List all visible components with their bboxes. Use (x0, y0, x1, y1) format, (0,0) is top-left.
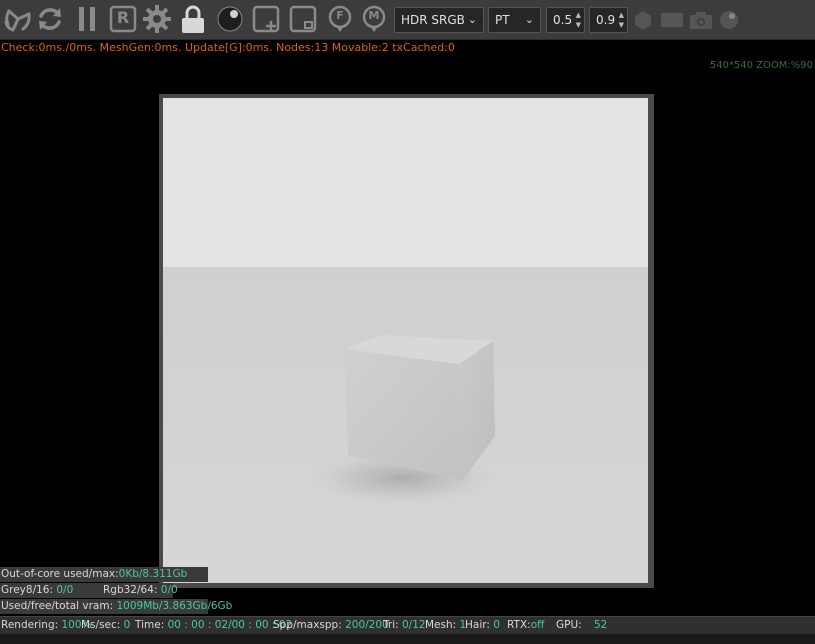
gpu-status: GPU: (556, 617, 582, 634)
hair-value: 0 (493, 619, 500, 631)
spp-status: Spp/maxspp: 200/200 (273, 617, 389, 634)
settings-gear-icon[interactable] (142, 4, 172, 34)
r-icon[interactable]: R (108, 4, 138, 34)
pause-icon[interactable] (72, 4, 102, 34)
spinner-arrows-icon[interactable]: ▲ ▼ (576, 10, 581, 30)
render-viewport[interactable] (163, 98, 648, 583)
resolution-zoom-label: 540*540 ZOOM:%90 (709, 60, 813, 71)
gpu-value: 52 (594, 619, 608, 631)
rendered-scene (163, 98, 648, 583)
hair-status: Hair: 0 (465, 617, 500, 634)
kernel-value: PT (495, 13, 510, 27)
timing-stats: Check:0ms./0ms. MeshGen:0ms. Update[G]:0… (1, 41, 455, 54)
value2-text: 0.9 (596, 13, 616, 27)
camera-icon[interactable] (688, 5, 714, 35)
grey-label: Grey8/16: (1, 584, 54, 596)
rgb-group: Rgb32/64: 0/0 (103, 583, 178, 598)
rendering-label: Rendering: (1, 619, 59, 631)
hexagon-icon[interactable] (631, 5, 655, 35)
status-bar: Rendering: 100% Ms/sec: 0 Time: 00 : 00 … (0, 616, 815, 634)
value2-spinner[interactable]: 0.9 ▲ ▼ (589, 7, 628, 33)
mesh-label: Mesh: (425, 619, 457, 631)
hair-label: Hair: (465, 619, 490, 631)
ms-label: Ms/sec: (81, 619, 121, 631)
chevron-down-icon: ⌄ (524, 13, 534, 26)
spp-label: Spp/maxspp: (273, 619, 342, 631)
rgb-label: Rgb32/64: (103, 584, 158, 596)
focus-f-icon[interactable]: F (325, 4, 355, 34)
focus-f-label: F (336, 9, 344, 22)
time-label: Time: (135, 619, 165, 631)
reset-camera-icon[interactable] (3, 4, 33, 34)
color-space-value: HDR SRGB (401, 13, 465, 27)
tri-label: Tri: (383, 619, 399, 631)
ms-value: 0 (123, 619, 131, 631)
vram-label: Used/free/total vram: (1, 600, 114, 612)
render-toolbar: R F M HDR SRGB ⌄ PT ⌄ 0.5 ▲ ▼ 0.9 ▲ ▼ (0, 0, 815, 40)
out-of-core-value: 0Kb/8.311Gb (118, 568, 188, 580)
chevron-down-icon: ⌄ (467, 13, 477, 26)
spinner-arrows-icon[interactable]: ▲ ▼ (619, 10, 624, 30)
gpu-label: GPU: (556, 619, 582, 631)
rtx-status: RTX:off (507, 617, 544, 634)
grey-value: 0/0 (56, 584, 74, 596)
tri-status: Tri: 0/12 (383, 617, 426, 634)
r-icon-label: R (116, 8, 130, 27)
render-viewport-frame (159, 94, 654, 588)
rectangle-icon[interactable] (659, 5, 685, 35)
value1-spinner[interactable]: 0.5 ▲ ▼ (546, 7, 585, 33)
rtx-label: RTX: (507, 619, 531, 631)
bottom-strip (0, 634, 815, 644)
out-of-core-info: Out-of-core used/max:0Kb/8.311Gb (0, 567, 208, 582)
mesh-status: Mesh: 1 (425, 617, 466, 634)
texture-info: Grey8/16: 0/0 Rgb32/64: 0/0 (0, 583, 178, 598)
sphere-icon[interactable] (215, 4, 245, 34)
restart-icon[interactable] (35, 4, 65, 34)
kernel-select[interactable]: PT ⌄ (488, 7, 541, 33)
rendering-status: Rendering: 100% (1, 617, 92, 634)
color-space-select[interactable]: HDR SRGB ⌄ (394, 7, 484, 33)
rgb-value: 0/0 (160, 584, 178, 596)
rtx-value: off (530, 619, 545, 631)
lock-icon[interactable] (178, 4, 208, 34)
time-status: Time: 00 : 00 : 02/00 : 00 : 02 (135, 617, 292, 634)
tri-value: 0/12 (402, 619, 426, 631)
ms-status: Ms/sec: 0 (81, 617, 130, 634)
add-region-icon[interactable] (251, 4, 281, 34)
out-of-core-label: Out-of-core used/max: (1, 568, 119, 580)
material-m-icon[interactable]: M (359, 4, 389, 34)
material-m-label: M (368, 9, 380, 22)
backdrop-wall (163, 98, 648, 268)
value1-text: 0.5 (553, 13, 573, 27)
vram-value: 1009Mb/3.863Gb/6Gb (116, 600, 233, 612)
subtract-region-icon[interactable] (288, 4, 318, 34)
sphere-small-icon[interactable] (716, 5, 742, 35)
vram-info: Used/free/total vram: 1009Mb/3.863Gb/6Gb (0, 599, 232, 614)
